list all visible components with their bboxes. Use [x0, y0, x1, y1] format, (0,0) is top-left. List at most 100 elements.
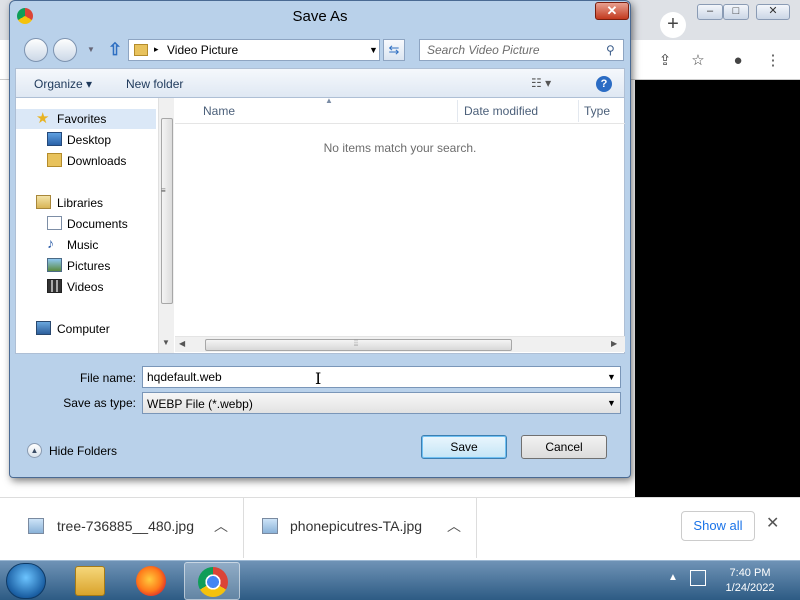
- text-cursor-icon: I: [315, 369, 322, 388]
- address-bar[interactable]: ▸ Video Picture ▼: [128, 39, 380, 61]
- image-file-icon: [28, 518, 44, 534]
- cancel-button[interactable]: Cancel: [521, 435, 607, 459]
- column-divider[interactable]: [578, 100, 579, 122]
- menu-kebab-icon[interactable]: ⋮: [762, 50, 784, 72]
- taskbar-chrome[interactable]: [184, 562, 240, 600]
- save-as-type-value: WEBP File (*.webp): [147, 397, 253, 411]
- chevron-up-icon[interactable]: ︿: [447, 516, 461, 536]
- maximize-button[interactable]: □: [723, 4, 749, 20]
- view-options-button[interactable]: ☷ ▾: [531, 76, 571, 90]
- download-filename: phonepicutres-TA.jpg: [290, 518, 423, 534]
- network-icon[interactable]: [690, 570, 706, 586]
- videos-icon: [47, 279, 62, 293]
- nav-label: Pictures: [67, 259, 111, 273]
- column-type[interactable]: Type: [584, 104, 610, 118]
- libraries-icon: [36, 195, 51, 209]
- downloads-folder-icon: [47, 153, 62, 167]
- taskbar-firefox[interactable]: [123, 562, 179, 600]
- nav-scroll-thumb[interactable]: [161, 118, 173, 304]
- scroll-grip-icon: ⦙⦙: [354, 338, 359, 348]
- scroll-left-arrow-icon[interactable]: ◀: [179, 339, 185, 348]
- file-name-input[interactable]: [147, 370, 587, 384]
- star-icon: ★: [36, 110, 50, 127]
- search-icon[interactable]: ⚲: [606, 43, 615, 57]
- show-all-button[interactable]: Show all: [681, 511, 755, 541]
- refresh-button[interactable]: ⇆: [383, 39, 405, 61]
- folder-icon: [134, 44, 148, 56]
- command-bar: Organize ▾ New folder ☷ ▾ ?: [15, 68, 625, 98]
- save-as-type-label: Save as type:: [63, 396, 136, 410]
- help-icon[interactable]: ?: [596, 76, 612, 92]
- column-date-modified[interactable]: Date modified: [464, 104, 538, 118]
- new-tab-button[interactable]: +: [660, 12, 686, 38]
- clock-date: 1/24/2022: [725, 582, 775, 594]
- close-download-bar-icon[interactable]: ✕: [766, 513, 779, 533]
- chevron-up-icon: ▲: [27, 443, 42, 458]
- nav-label: Music: [67, 238, 99, 252]
- horizontal-scrollbar[interactable]: ◀ ⦙⦙ ▶: [175, 336, 625, 352]
- new-folder-button[interactable]: New folder: [126, 77, 183, 91]
- nav-label: Libraries: [57, 196, 104, 210]
- save-as-type-select[interactable]: WEBP File (*.webp) ▼: [142, 392, 621, 414]
- breadcrumb-arrow-icon[interactable]: ▸: [154, 44, 159, 55]
- empty-results-message: No items match your search.: [323, 141, 477, 155]
- pictures-icon: [47, 258, 62, 272]
- scroll-grip-icon: ≡: [161, 186, 166, 195]
- column-name[interactable]: Name: [203, 104, 235, 118]
- column-divider[interactable]: [457, 100, 458, 122]
- firefox-icon: [136, 566, 166, 596]
- dialog-titlebar[interactable]: Save As ✕: [10, 1, 630, 31]
- desktop-icon: [47, 132, 62, 146]
- nav-label: Computer: [57, 322, 110, 336]
- chrome-icon: [198, 567, 228, 597]
- nav-favorites[interactable]: ★ Favorites: [16, 109, 156, 129]
- start-button[interactable]: [6, 563, 46, 599]
- system-clock[interactable]: 7:40 PM 1/24/2022: [712, 566, 788, 596]
- tray-expand-icon[interactable]: ▲: [668, 572, 678, 583]
- hide-folders-label: Hide Folders: [49, 444, 118, 458]
- chevron-up-icon[interactable]: ︿: [214, 516, 228, 536]
- breadcrumb-location[interactable]: Video Picture: [167, 43, 238, 57]
- nav-pane-scrollbar[interactable]: ≡ ▼: [158, 98, 174, 353]
- dialog-close-button[interactable]: ✕: [595, 2, 629, 20]
- documents-icon: [47, 216, 62, 230]
- download-item[interactable]: phonepicutres-TA.jpg ︿: [244, 498, 477, 558]
- nav-label: Downloads: [67, 154, 127, 168]
- taskbar: ▲ 7:40 PM 1/24/2022: [0, 560, 800, 600]
- up-folder-icon[interactable]: ⇧: [106, 40, 124, 60]
- save-button[interactable]: Save: [421, 435, 507, 459]
- scroll-down-arrow-icon[interactable]: ▼: [162, 338, 170, 347]
- file-name-dropdown-icon[interactable]: ▼: [607, 372, 616, 382]
- bookmark-star-icon[interactable]: ☆: [687, 50, 709, 72]
- dialog-title: Save As: [292, 8, 348, 25]
- address-dropdown-icon[interactable]: ▼: [369, 45, 378, 55]
- column-header: Name ▲ Date modified Type: [175, 96, 625, 124]
- share-icon[interactable]: ⇪: [654, 50, 676, 72]
- file-name-combobox[interactable]: ▼: [142, 366, 621, 388]
- explorer-icon: [75, 566, 105, 596]
- window-close-button[interactable]: ✕: [756, 4, 790, 20]
- dialog-body: ★ Favorites Desktop Downloads Libraries …: [15, 96, 625, 354]
- nav-label: Videos: [67, 280, 104, 294]
- scroll-right-arrow-icon[interactable]: ▶: [611, 339, 617, 348]
- sort-arrow-icon: ▲: [325, 96, 333, 105]
- download-bar: tree-736885__480.jpg ︿ phonepicutres-TA.…: [0, 497, 800, 560]
- search-input[interactable]: [427, 43, 597, 57]
- download-filename: tree-736885__480.jpg: [57, 518, 195, 534]
- nav-label: Documents: [67, 217, 128, 231]
- computer-icon: [36, 321, 51, 335]
- download-item[interactable]: tree-736885__480.jpg ︿: [0, 498, 244, 558]
- music-note-icon: ♪: [47, 235, 54, 251]
- recent-locations-dropdown[interactable]: ▼: [87, 45, 95, 54]
- horizontal-scroll-thumb[interactable]: ⦙⦙: [205, 338, 512, 351]
- save-as-type-dropdown-icon[interactable]: ▼: [607, 398, 616, 408]
- minimize-button[interactable]: –: [697, 4, 723, 20]
- file-name-label: File name:: [79, 371, 136, 385]
- clock-time: 7:40 PM: [729, 567, 771, 579]
- taskbar-explorer[interactable]: [62, 562, 118, 600]
- organize-button[interactable]: Organize ▾: [34, 77, 92, 91]
- forward-button[interactable]: [53, 38, 77, 62]
- profile-icon[interactable]: ●: [727, 50, 749, 72]
- search-box[interactable]: ⚲: [419, 39, 624, 61]
- back-button[interactable]: [24, 38, 48, 62]
